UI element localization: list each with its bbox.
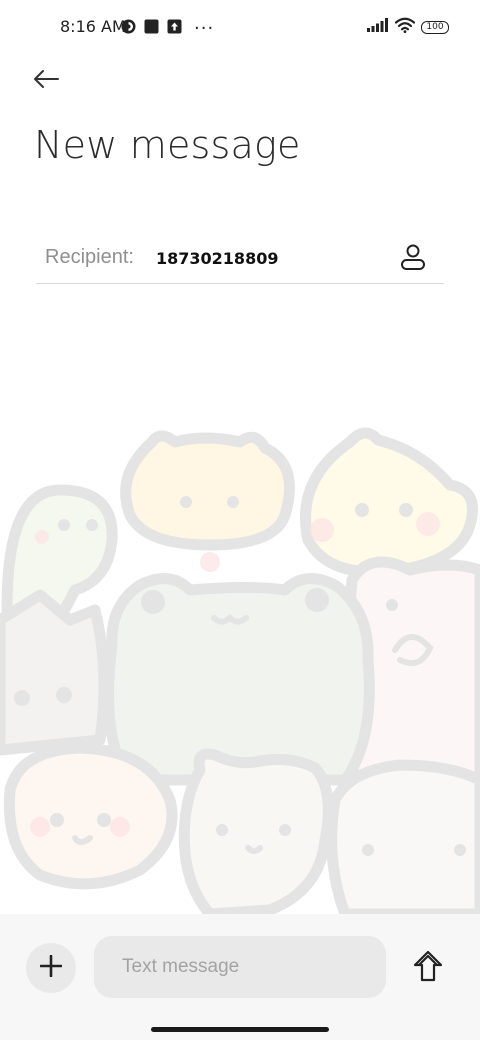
plus-icon (39, 954, 63, 982)
penguin-character (0, 589, 110, 756)
status-bar: 8:16 AM ··· 100 (0, 0, 480, 56)
message-input[interactable] (94, 936, 386, 998)
notification-icons: ··· (121, 18, 214, 39)
chick-character (300, 427, 478, 578)
recipient-field[interactable]: Recipient: 18730218809 (36, 236, 444, 284)
notification-upload-icon (167, 19, 182, 39)
status-right: 100 (367, 17, 449, 38)
back-button[interactable] (28, 64, 64, 98)
recipient-value[interactable]: 18730218809 (156, 249, 278, 268)
monkey-character (3, 742, 178, 890)
battery-icon: 100 (421, 21, 449, 34)
page-title: New message (34, 123, 301, 167)
background-illustration (0, 420, 480, 914)
wifi-icon (394, 17, 416, 38)
recipient-label: Recipient: (45, 246, 134, 268)
sheep-character (178, 748, 334, 914)
send-button[interactable] (410, 948, 446, 988)
notification-square-icon (144, 19, 159, 39)
home-indicator[interactable] (151, 1027, 329, 1032)
person-icon (400, 243, 426, 276)
contact-picker-button[interactable] (398, 244, 428, 274)
arrow-up-icon (413, 950, 443, 987)
attach-button[interactable] (26, 943, 76, 993)
status-overflow: ··· (194, 18, 215, 39)
arrow-left-icon (33, 69, 59, 94)
message-composer (0, 914, 480, 1040)
signal-icon (367, 18, 389, 37)
notification-app-icon (121, 19, 136, 39)
dog-character (326, 759, 480, 914)
hamster-character (120, 430, 295, 551)
status-time: 8:16 AM (60, 17, 126, 36)
